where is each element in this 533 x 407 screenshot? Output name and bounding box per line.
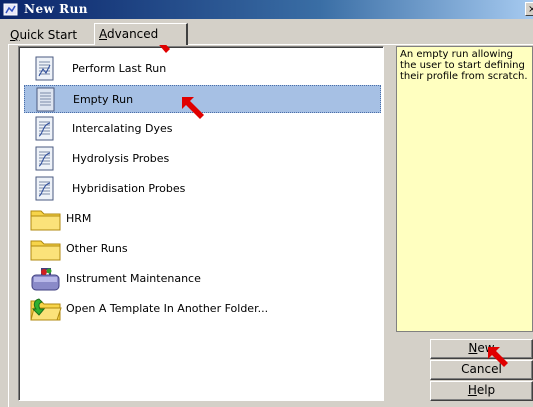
tab-advanced[interactable]: Advanced bbox=[94, 23, 188, 45]
tab-quick-start[interactable]: Quick Start bbox=[6, 25, 94, 45]
window-title: New Run bbox=[24, 2, 89, 16]
description-panel: An empty run allowing the user to start … bbox=[396, 46, 533, 332]
folder-open-icon bbox=[30, 296, 62, 322]
toolbox-icon bbox=[30, 266, 60, 292]
title-bar: New Run × bbox=[0, 0, 533, 19]
app-icon bbox=[3, 2, 18, 17]
help-button[interactable]: Help bbox=[430, 381, 533, 401]
document-icon bbox=[30, 116, 58, 142]
document-icon bbox=[31, 87, 59, 113]
list-item-instrument-maintenance[interactable]: Instrument Maintenance bbox=[24, 265, 381, 293]
list-item-perform-last-run[interactable]: Perform Last Run bbox=[24, 55, 381, 83]
folder-icon bbox=[30, 206, 61, 232]
annotation-arrow-empty-run bbox=[182, 97, 204, 119]
list-item-hybridisation-probes[interactable]: Hybridisation Probes bbox=[24, 175, 381, 203]
folder-icon bbox=[30, 236, 61, 262]
document-icon bbox=[30, 176, 58, 202]
list-item-hrm[interactable]: HRM bbox=[24, 205, 381, 233]
list-item-hydrolysis-probes[interactable]: Hydrolysis Probes bbox=[24, 145, 381, 173]
annotation-arrow-new bbox=[488, 347, 508, 367]
list-item-other-runs[interactable]: Other Runs bbox=[24, 235, 381, 263]
close-icon[interactable]: × bbox=[525, 2, 533, 16]
list-item-open-template[interactable]: Open A Template In Another Folder... bbox=[24, 295, 381, 323]
document-icon bbox=[30, 56, 58, 82]
document-icon bbox=[30, 146, 58, 172]
